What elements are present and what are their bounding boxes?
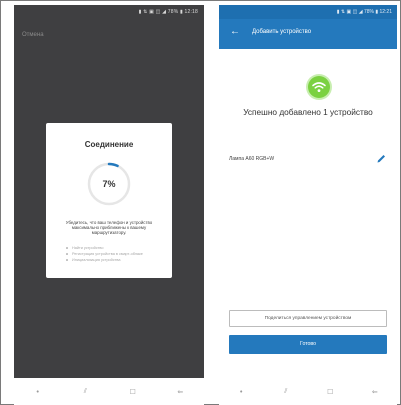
step-list: Найти устройство Регистрация устройства … bbox=[66, 245, 166, 263]
recents-icon[interactable]: ⫽ bbox=[276, 387, 296, 396]
done-button[interactable]: Готово bbox=[229, 335, 387, 354]
menu-dot-icon[interactable]: • bbox=[231, 388, 251, 396]
device-list-item[interactable]: Лампа A60 RGB+W bbox=[229, 153, 387, 167]
home-icon[interactable]: ☐ bbox=[123, 388, 143, 396]
app-header: ← Добавить устройство bbox=[219, 19, 397, 49]
wifi-success-icon bbox=[308, 76, 330, 98]
share-control-button[interactable]: Поделиться управлением устройством bbox=[229, 310, 387, 327]
system-navbar: • ⫽ ☐ ⇐ bbox=[14, 378, 204, 405]
connection-dialog: Соединение 7% Убедитесь, что ваш телефон… bbox=[46, 123, 172, 278]
menu-dot-icon[interactable]: • bbox=[28, 388, 48, 396]
status-bar: ▮ ⇅ ▣ ◫ ◢ 78% ▮ 12:18 bbox=[138, 9, 198, 15]
success-message: Успешно добавлено 1 устройство bbox=[243, 107, 373, 117]
device-name: Лампа A60 RGB+W bbox=[229, 156, 275, 162]
home-icon[interactable]: ☐ bbox=[320, 388, 340, 396]
step-item: Инициализация устройства bbox=[66, 257, 166, 263]
cancel-button[interactable]: Отмена bbox=[22, 32, 44, 38]
back-arrow-icon[interactable]: ⇐ bbox=[170, 388, 190, 396]
system-navbar: • ⫽ ☐ ⇐ bbox=[219, 378, 397, 405]
device-added-screen: ▮ ⇅ ▣ ◫ ◢ 78% ▮ 12:21 ← Добавить устройс… bbox=[219, 5, 397, 405]
recents-icon[interactable]: ⫽ bbox=[75, 387, 95, 396]
dialog-message: Убедитесь, что ваш телефон и устройство … bbox=[65, 220, 153, 236]
back-arrow-icon[interactable]: ← bbox=[230, 25, 240, 39]
status-bar: ▮ ⇅ ▣ ◫ ◢ 78% ▮ 12:21 bbox=[219, 5, 397, 19]
progress-percent: 7% bbox=[102, 179, 116, 189]
connecting-screen: ▮ ⇅ ▣ ◫ ◢ 78% ▮ 12:18 Отмена Соединение … bbox=[14, 5, 204, 405]
dialog-title: Соединение bbox=[84, 140, 134, 149]
page-title: Добавить устройство bbox=[252, 29, 312, 35]
back-arrow-icon[interactable]: ⇐ bbox=[365, 388, 385, 396]
screenshot-frame: ▮ ⇅ ▣ ◫ ◢ 78% ▮ 12:18 Отмена Соединение … bbox=[0, 0, 401, 405]
pencil-edit-icon[interactable] bbox=[375, 153, 387, 165]
